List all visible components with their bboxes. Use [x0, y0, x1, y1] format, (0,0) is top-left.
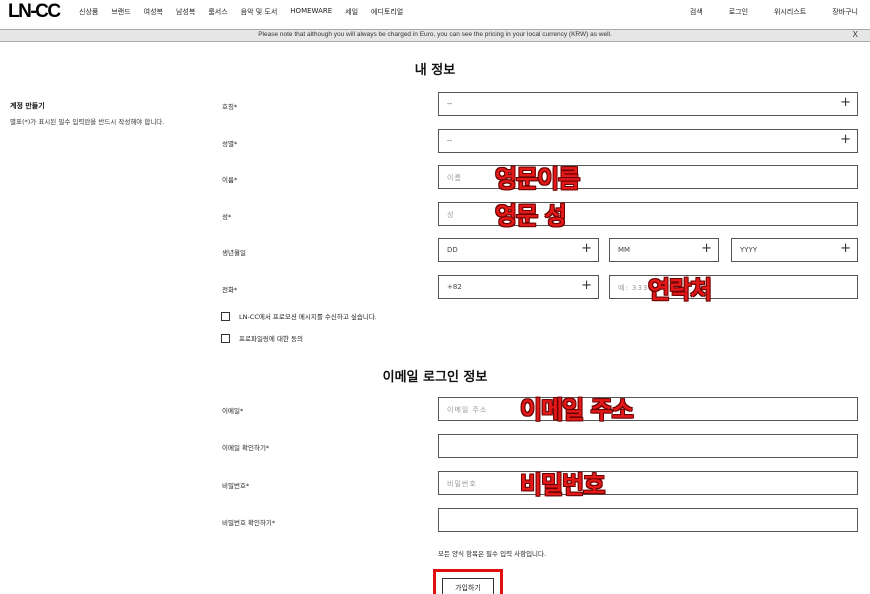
profiling-consent-label: 프로파일링에 대한 동의 — [239, 335, 303, 343]
promo-consent-row: LN-CC에서 프로모션 메시지를 수신하고 싶습니다. — [221, 311, 377, 321]
email-label: 이메일* — [222, 407, 244, 415]
lastname-label: 성* — [222, 213, 232, 221]
site-logo[interactable]: LN-CC — [8, 1, 61, 23]
password-confirm-label: 비밀번호 확인하기* — [222, 519, 276, 527]
dob-day-value: DD — [447, 246, 458, 254]
promo-consent-checkbox[interactable] — [221, 311, 230, 321]
title-select[interactable]: -- + — [438, 92, 858, 116]
lastname-placeholder: 성 — [447, 211, 455, 219]
nav-item-women[interactable]: 여성복 — [144, 7, 163, 17]
dob-label: 생년월일 — [222, 249, 246, 257]
password-confirm-input[interactable] — [438, 508, 858, 532]
nav-item-editorial[interactable]: 에디토리얼 — [371, 7, 403, 17]
dob-year-select[interactable]: YYYY + — [731, 238, 858, 262]
annotation-english-first-name: 영문이름 — [495, 165, 580, 193]
nav-item-lifestyle[interactable]: 룸서스 — [208, 7, 227, 17]
nav-item-new[interactable]: 신상품 — [79, 7, 98, 17]
profile-section-title: 내 정보 — [414, 63, 456, 78]
email-input[interactable]: 이메일 주소 — [438, 397, 858, 421]
top-navigation: LN-CC 신상품 브랜드 여성복 남성복 룸서스 음악 및 도서 HOMEWA… — [0, 0, 870, 28]
nav-cart[interactable]: 장바구니 — [832, 7, 858, 17]
firstname-label: 이름* — [222, 176, 238, 184]
nav-search[interactable]: 검색 — [690, 7, 703, 17]
dob-day-select[interactable]: DD + — [438, 238, 599, 262]
email-placeholder: 이메일 주소 — [447, 406, 488, 414]
close-icon[interactable]: X — [853, 30, 858, 39]
dob-year-value: YYYY — [740, 246, 758, 254]
gender-label: 성별* — [222, 140, 238, 148]
phone-country-select[interactable]: +82 + — [438, 275, 599, 299]
nav-login[interactable]: 로그인 — [729, 7, 748, 17]
nav-wishlist[interactable]: 위시리스트 — [774, 7, 806, 17]
password-label: 비밀번호* — [222, 482, 250, 490]
title-select-value: -- — [447, 100, 453, 108]
plus-icon: + — [840, 132, 851, 147]
phone-country-value: +82 — [447, 283, 462, 291]
title-label: 호칭* — [222, 103, 238, 111]
nav-item-brands[interactable]: 브랜드 — [111, 7, 130, 17]
gender-select[interactable]: -- + — [438, 129, 858, 153]
annotation-english-last-name: 영문 성 — [495, 202, 567, 230]
required-note: 모든 양식 항목은 필수 입력 사항입니다. — [438, 550, 547, 558]
profiling-consent-checkbox[interactable] — [221, 333, 230, 343]
nav-item-men[interactable]: 남성복 — [176, 7, 195, 17]
plus-icon: + — [840, 95, 851, 110]
currency-notice-text: Please note that although you will alway… — [258, 31, 612, 38]
submit-highlight: 가입하기 — [433, 569, 503, 594]
phone-label: 전화* — [222, 286, 238, 294]
main-menu: 신상품 브랜드 여성복 남성복 룸서스 음악 및 도서 HOMEWARE 세일 … — [79, 7, 416, 17]
currency-notice-bar: Please note that although you will alway… — [0, 29, 870, 42]
password-input[interactable]: 비밀번호 — [438, 471, 858, 495]
plus-icon: + — [840, 241, 851, 256]
email-confirm-label: 이메일 확인하기* — [222, 444, 270, 452]
profiling-consent-row: 프로파일링에 대한 동의 — [221, 333, 303, 343]
password-placeholder: 비밀번호 — [447, 480, 477, 488]
plus-icon: + — [581, 278, 592, 293]
create-account-heading: 계정 만들기 — [10, 102, 45, 110]
annotation-contact: 연락처 — [648, 276, 712, 304]
annotation-email: 이메일 주소 — [520, 396, 634, 424]
plus-icon: + — [701, 241, 712, 256]
plus-icon: + — [581, 241, 592, 256]
nav-item-music-books[interactable]: 음악 및 도서 — [241, 7, 278, 17]
annotation-password: 비밀번호 — [520, 471, 605, 499]
nav-item-sale[interactable]: 세일 — [345, 7, 358, 17]
dob-month-value: MM — [618, 246, 631, 254]
phone-input[interactable]: 예: 333 — [609, 275, 858, 299]
email-confirm-input[interactable] — [438, 434, 858, 458]
signup-button[interactable]: 가입하기 — [442, 578, 494, 594]
firstname-placeholder: 이름 — [447, 174, 462, 182]
phone-placeholder: 예: 333 — [618, 284, 649, 292]
login-section-title: 이메일 로그인 정보 — [382, 370, 488, 385]
promo-consent-label: LN-CC에서 프로모션 메시지를 수신하고 싶습니다. — [239, 313, 377, 321]
utility-menu: 검색 로그인 위시리스트 장바구니 — [664, 7, 858, 17]
required-fields-hint: 별표(*)가 표시된 필수 입력란을 반드시 작성해야 합니다. — [10, 118, 165, 126]
dob-month-select[interactable]: MM + — [609, 238, 719, 262]
nav-item-homeware[interactable]: HOMEWARE — [290, 7, 332, 17]
gender-select-value: -- — [447, 137, 453, 145]
